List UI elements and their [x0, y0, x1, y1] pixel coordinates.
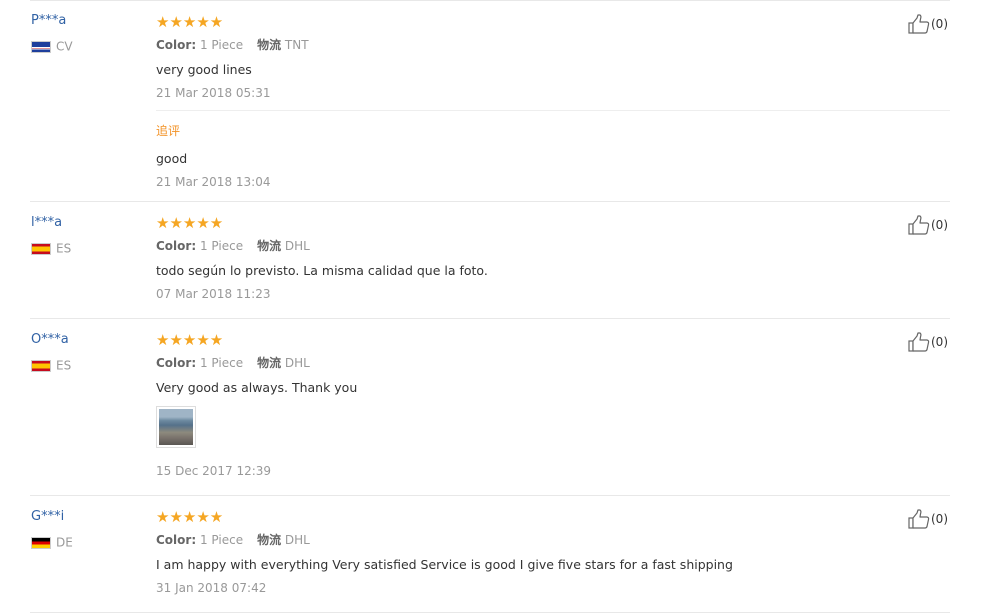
- shipping-label: 物流: [257, 38, 282, 52]
- shipping-value: DHL: [284, 239, 310, 253]
- color-label: Color:: [156, 38, 197, 52]
- thumbs-up-icon: [908, 332, 930, 352]
- flag-cape-verde-icon: [31, 40, 51, 53]
- country-code: ES: [56, 358, 72, 373]
- color-label: Color:: [156, 356, 197, 370]
- star-rating: ★★★★★: [156, 508, 224, 526]
- country-code: DE: [56, 535, 73, 550]
- color-value: 1 Piece: [199, 533, 244, 547]
- helpful-count: (0): [931, 512, 948, 526]
- reviewer-name[interactable]: G***i: [31, 509, 64, 525]
- helpful-count: (0): [931, 335, 948, 349]
- color-value: 1 Piece: [199, 356, 244, 370]
- review-list: P***a CV ★★★★★ Color: 1 Piece 物流 TNT very…: [0, 0, 986, 613]
- order-attributes: Color: 1 Piece 物流 DHL: [156, 238, 310, 254]
- star-rating: ★★★★★: [156, 214, 224, 232]
- beach-photo: [159, 409, 193, 445]
- review-date: 21 Mar 2018 05:31: [156, 86, 271, 100]
- review-item: O***a ES ★★★★★ Color: 1 Piece 物流 DHL Very…: [30, 319, 950, 496]
- shipping-label: 物流: [257, 356, 282, 370]
- helpful-button[interactable]: (0): [908, 332, 948, 352]
- review-text: I am happy with everything Very satisfie…: [156, 557, 733, 572]
- helpful-count: (0): [931, 218, 948, 232]
- review-date: 31 Jan 2018 07:42: [156, 581, 267, 595]
- shipping-value: DHL: [284, 533, 310, 547]
- reviewer-name[interactable]: l***a: [31, 215, 62, 231]
- followup-label: 追评: [156, 124, 181, 138]
- flag-spain-icon: [31, 359, 51, 372]
- reviewer-name[interactable]: P***a: [31, 13, 66, 29]
- color-label: Color:: [156, 533, 197, 547]
- helpful-button[interactable]: (0): [908, 14, 948, 34]
- shipping-value: DHL: [284, 356, 310, 370]
- shipping-label: 物流: [257, 239, 282, 253]
- thumbs-up-icon: [908, 509, 930, 529]
- thumbs-up-icon: [908, 14, 930, 34]
- star-rating: ★★★★★: [156, 331, 224, 349]
- review-date: 07 Mar 2018 11:23: [156, 287, 271, 301]
- review-text: very good lines: [156, 62, 252, 77]
- shipping-label: 物流: [257, 533, 282, 547]
- country-code: ES: [56, 241, 72, 256]
- review-item: P***a CV ★★★★★ Color: 1 Piece 物流 TNT very…: [30, 0, 950, 202]
- star-rating: ★★★★★: [156, 13, 224, 31]
- reviewer-country: DE: [31, 535, 73, 551]
- review-item: l***a ES ★★★★★ Color: 1 Piece 物流 DHL todo…: [30, 202, 950, 319]
- review-date: 15 Dec 2017 12:39: [156, 464, 272, 478]
- order-attributes: Color: 1 Piece 物流 DHL: [156, 532, 310, 548]
- reviewer-country: CV: [31, 39, 73, 55]
- helpful-count: (0): [931, 17, 948, 31]
- review-photo-thumbnail[interactable]: [156, 406, 196, 448]
- followup-divider: [156, 110, 950, 111]
- flag-germany-icon: [31, 536, 51, 549]
- color-label: Color:: [156, 239, 197, 253]
- thumbs-up-icon: [908, 215, 930, 235]
- helpful-button[interactable]: (0): [908, 509, 948, 529]
- reviewer-name[interactable]: O***a: [31, 332, 69, 348]
- flag-spain-icon: [31, 242, 51, 255]
- reviewer-country: ES: [31, 241, 71, 257]
- followup-text: good: [156, 151, 188, 166]
- reviewer-country: ES: [31, 358, 71, 374]
- review-item: G***i DE ★★★★★ Color: 1 Piece 物流 DHL I am…: [30, 496, 950, 613]
- country-code: CV: [56, 39, 73, 54]
- review-text: todo según lo previsto. La misma calidad…: [156, 263, 488, 278]
- order-attributes: Color: 1 Piece 物流 TNT: [156, 37, 309, 53]
- review-text: Very good as always. Thank you: [156, 380, 358, 395]
- followup-date: 21 Mar 2018 13:04: [156, 175, 271, 189]
- helpful-button[interactable]: (0): [908, 215, 948, 235]
- shipping-value: TNT: [284, 38, 309, 52]
- order-attributes: Color: 1 Piece 物流 DHL: [156, 355, 310, 371]
- color-value: 1 Piece: [199, 38, 244, 52]
- color-value: 1 Piece: [199, 239, 244, 253]
